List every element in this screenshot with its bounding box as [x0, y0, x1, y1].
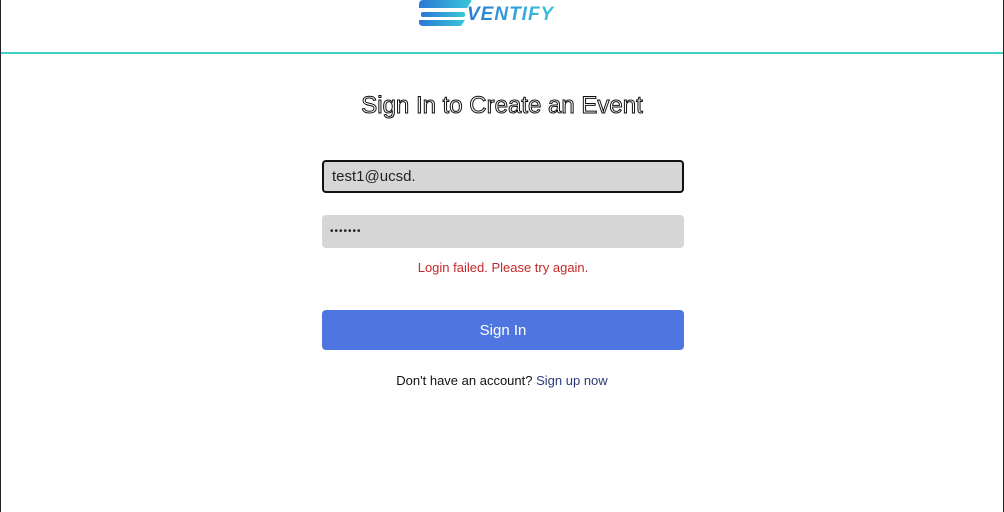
logo-text: VENTIFY [467, 4, 555, 25]
header: VENTIFY [1, 0, 1003, 54]
password-field[interactable] [322, 215, 684, 248]
logo[interactable]: VENTIFY [417, 0, 554, 28]
page-title: Sign In to Create an Event [361, 92, 644, 120]
signup-prompt: Don't have an account? [396, 373, 533, 388]
error-message: Login failed. Please try again. [417, 260, 589, 275]
signup-row: Don't have an account? Sign up now [1, 373, 1003, 388]
sign-up-link[interactable]: Sign up now [536, 373, 608, 388]
login-page: VENTIFY Sign In to Create an Event Login… [0, 0, 1004, 512]
email-field[interactable] [322, 160, 684, 193]
sign-in-button[interactable]: Sign In [322, 310, 684, 350]
